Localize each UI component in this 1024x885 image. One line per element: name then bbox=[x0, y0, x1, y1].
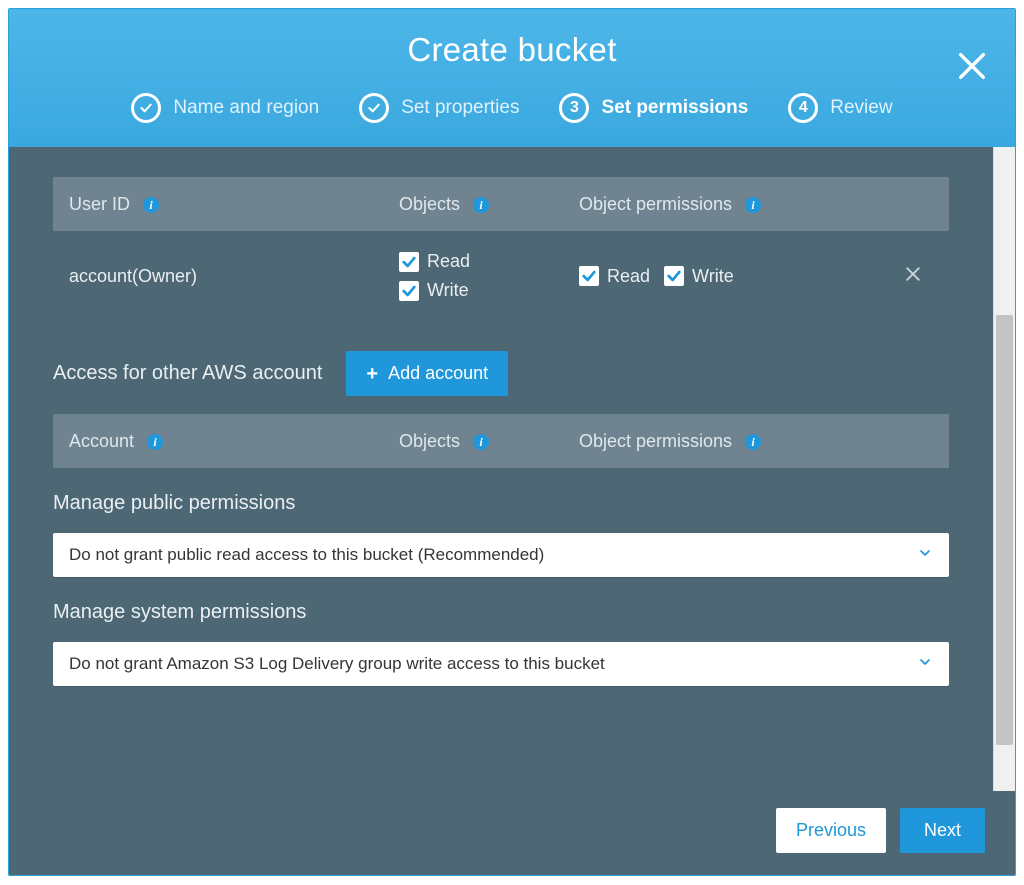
info-icon[interactable]: i bbox=[473, 197, 489, 213]
checkbox-icon bbox=[664, 266, 684, 286]
chevron-down-icon bbox=[917, 654, 933, 675]
user-table-row: account(Owner) Read Write Read bbox=[53, 231, 949, 325]
cell-objects: Read Write bbox=[399, 251, 579, 301]
info-icon[interactable]: i bbox=[143, 197, 159, 213]
info-icon[interactable]: i bbox=[147, 434, 163, 450]
modal-footer: Previous Next bbox=[9, 791, 1015, 875]
checkbox-icon bbox=[399, 252, 419, 272]
close-icon bbox=[955, 49, 989, 83]
modal-body-wrap: User ID i Objects i Object permissions i… bbox=[9, 147, 1015, 791]
close-button[interactable] bbox=[955, 49, 989, 83]
step-review[interactable]: 4 Review bbox=[788, 93, 892, 123]
other-accounts-section: Access for other AWS account + Add accou… bbox=[53, 351, 949, 396]
next-button[interactable]: Next bbox=[900, 808, 985, 853]
col-header-user: User ID i bbox=[69, 194, 399, 215]
chevron-down-icon bbox=[917, 545, 933, 566]
info-icon[interactable]: i bbox=[473, 434, 489, 450]
system-permissions-title: Manage system permissions bbox=[53, 601, 949, 624]
step-set-permissions[interactable]: 3 Set permissions bbox=[559, 93, 748, 123]
step-name-and-region[interactable]: Name and region bbox=[131, 93, 319, 123]
public-permissions-select[interactable]: Do not grant public read access to this … bbox=[53, 533, 949, 577]
info-icon[interactable]: i bbox=[745, 434, 761, 450]
modal-title: Create bucket bbox=[9, 31, 1015, 69]
public-permissions-title: Manage public permissions bbox=[53, 492, 949, 515]
col-header-perms-label: Object permissions bbox=[579, 431, 732, 451]
perms-write-checkbox[interactable]: Write bbox=[664, 264, 734, 289]
system-permissions-select[interactable]: Do not grant Amazon S3 Log Delivery grou… bbox=[53, 642, 949, 686]
col-header-objects-label: Objects bbox=[399, 194, 460, 214]
scroll-thumb[interactable] bbox=[996, 315, 1013, 745]
step-number-icon: 4 bbox=[788, 93, 818, 123]
col-header-objects: Objects i bbox=[399, 194, 579, 215]
col-header-objects-label: Objects bbox=[399, 431, 460, 451]
wizard-steps: Name and region Set properties 3 Set per… bbox=[9, 93, 1015, 135]
col-header-perms-label: Object permissions bbox=[579, 194, 732, 214]
objects-write-checkbox[interactable]: Write bbox=[399, 280, 579, 301]
checkbox-label: Read bbox=[427, 251, 470, 272]
previous-button[interactable]: Previous bbox=[776, 808, 886, 853]
checkbox-label: Write bbox=[692, 266, 734, 287]
info-icon[interactable]: i bbox=[745, 197, 761, 213]
col-header-user-label: User ID bbox=[69, 194, 130, 214]
objects-read-checkbox[interactable]: Read bbox=[399, 251, 579, 272]
cell-user: account(Owner) bbox=[69, 266, 399, 287]
other-accounts-title: Access for other AWS account bbox=[53, 362, 322, 385]
close-icon bbox=[903, 264, 923, 284]
checkbox-label: Read bbox=[607, 266, 650, 287]
step-label: Set properties bbox=[401, 97, 519, 119]
col-header-perms: Object permissions i bbox=[579, 194, 933, 215]
plus-icon: + bbox=[366, 364, 378, 384]
cell-perms: Read Write bbox=[579, 264, 933, 289]
checkmark-icon bbox=[131, 93, 161, 123]
checkmark-icon bbox=[359, 93, 389, 123]
remove-row-button[interactable] bbox=[903, 264, 933, 289]
add-account-button[interactable]: + Add account bbox=[346, 351, 508, 396]
step-number-icon: 3 bbox=[559, 93, 589, 123]
vertical-scrollbar[interactable] bbox=[993, 147, 1015, 791]
col-header-perms: Object permissions i bbox=[579, 431, 933, 452]
step-label: Review bbox=[830, 97, 892, 119]
checkbox-icon bbox=[579, 266, 599, 286]
add-account-label: Add account bbox=[388, 363, 488, 384]
modal-header: Create bucket Name and region Set proper… bbox=[9, 9, 1015, 147]
step-label: Set permissions bbox=[601, 97, 748, 119]
user-table-header: User ID i Objects i Object permissions i bbox=[53, 177, 949, 231]
perms-read-checkbox[interactable]: Read bbox=[579, 264, 650, 289]
select-value: Do not grant Amazon S3 Log Delivery grou… bbox=[69, 654, 605, 674]
step-label: Name and region bbox=[173, 97, 319, 119]
col-header-objects: Objects i bbox=[399, 431, 579, 452]
checkbox-icon bbox=[399, 281, 419, 301]
create-bucket-modal: Create bucket Name and region Set proper… bbox=[8, 8, 1016, 876]
step-set-properties[interactable]: Set properties bbox=[359, 93, 519, 123]
accounts-table-header: Account i Objects i Object permissions i bbox=[53, 414, 949, 468]
select-value: Do not grant public read access to this … bbox=[69, 545, 544, 565]
col-header-account: Account i bbox=[69, 431, 399, 452]
modal-body: User ID i Objects i Object permissions i… bbox=[9, 147, 993, 791]
col-header-account-label: Account bbox=[69, 431, 134, 451]
checkbox-label: Write bbox=[427, 280, 469, 301]
